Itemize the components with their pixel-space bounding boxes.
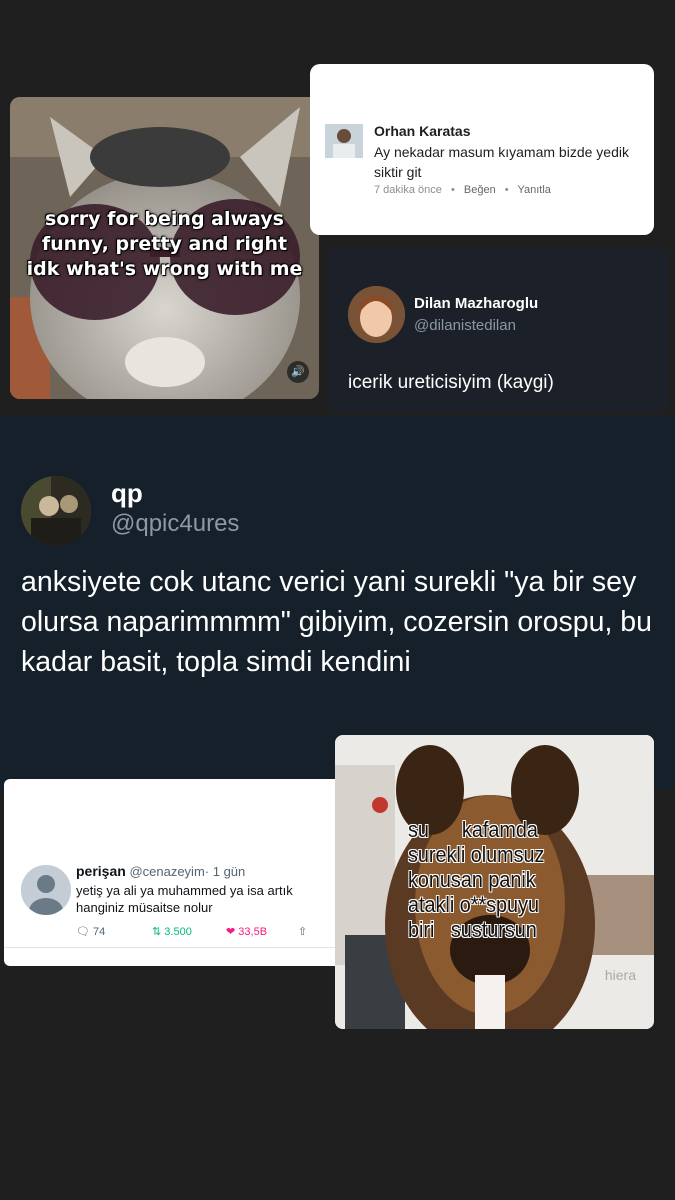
avatar bbox=[325, 124, 363, 158]
retweet-count: 3.500 bbox=[164, 926, 192, 938]
reply-button[interactable]: Yanıtla bbox=[517, 184, 550, 196]
like-count: 33,5B bbox=[238, 926, 268, 938]
caption-line: konusan panik bbox=[408, 867, 536, 892]
retweet-action[interactable]: ⇅ 3.500 bbox=[152, 925, 192, 938]
separator: • bbox=[450, 184, 455, 196]
like-action[interactable]: ❤ 33,5B bbox=[226, 925, 267, 938]
sound-icon[interactable]: 🔊 bbox=[287, 361, 309, 383]
caption-line: biri sustursun bbox=[408, 917, 537, 942]
display-name[interactable]: perişan bbox=[76, 863, 126, 879]
reply-count: 74 bbox=[93, 926, 106, 938]
tweet-text: anksiyete cok utanc verici yani surekli … bbox=[21, 566, 653, 678]
tweet-header: perişan @cenazeyim· 1 gün bbox=[76, 863, 245, 879]
share-icon[interactable]: ⇧ bbox=[298, 925, 307, 938]
user-handle[interactable]: @dilanistedilan bbox=[414, 317, 516, 334]
perisan-tweet-card: perişan @cenazeyim· 1 gün ⌄ yetiş ya ali… bbox=[4, 779, 369, 966]
divider bbox=[4, 947, 369, 948]
caption-line: sorry for being always bbox=[45, 208, 284, 230]
display-name[interactable]: qp bbox=[111, 478, 143, 509]
comment-time: 7 dakika önce bbox=[374, 184, 442, 196]
reply-icon: 🗨 bbox=[76, 926, 90, 938]
avatar[interactable] bbox=[348, 286, 405, 343]
user-handle[interactable]: @cenazeyim bbox=[129, 864, 204, 879]
display-name[interactable]: Dilan Mazharoglu bbox=[414, 295, 538, 312]
caption-line: surekli olumsuz bbox=[408, 842, 545, 867]
reply-action[interactable]: 🗨 74 bbox=[76, 925, 105, 938]
user-handle[interactable]: @qpic4ures bbox=[111, 510, 239, 538]
watermark: hiera bbox=[604, 967, 636, 983]
commenter-name[interactable]: Orhan Karatas bbox=[374, 123, 470, 139]
separator: • bbox=[504, 184, 509, 196]
heart-icon: ❤ bbox=[226, 926, 236, 938]
default-avatar-icon[interactable] bbox=[21, 865, 71, 915]
caption-line: idk what's wrong with me bbox=[26, 258, 303, 280]
tweet-time: · 1 gün bbox=[204, 864, 246, 879]
retweet-icon: ⇅ bbox=[152, 926, 162, 938]
caption-line: funny, pretty and right bbox=[41, 233, 288, 255]
main-tweet: qp @qpic4ures anksiyete cok utanc verici… bbox=[0, 416, 675, 790]
dog-meme-card: su kafamda surekli olumsuz konusan panik… bbox=[335, 735, 654, 1029]
avatar[interactable] bbox=[21, 476, 91, 546]
tweet-text: yetiş ya ali ya muhammed ya isa artık ha… bbox=[76, 883, 293, 915]
meme-caption: su kafamda surekli olumsuz konusan panik… bbox=[408, 817, 619, 942]
like-button[interactable]: Beğen bbox=[464, 184, 496, 196]
caption-line: su kafamda bbox=[408, 817, 538, 842]
facebook-comment-card: Orhan Karatas Ay nekadar masum kıyamam b… bbox=[310, 64, 654, 235]
caption-line: atakli o**spuyu bbox=[408, 892, 539, 917]
cat-meme-card: sorry for being always funny, pretty and… bbox=[10, 97, 319, 399]
comment-meta: 7 dakika önce • Beğen • Yanıtla bbox=[374, 184, 557, 196]
comment-text: Ay nekadar masum kıyamam bizde yedik sik… bbox=[374, 144, 629, 180]
meme-caption: sorry for being always funny, pretty and… bbox=[10, 207, 319, 282]
dilan-tweet-card: Dilan Mazharoglu @dilanistedilan icerik … bbox=[329, 249, 668, 411]
tweet-text: icerik ureticisiyim (kaygi) bbox=[348, 372, 554, 393]
